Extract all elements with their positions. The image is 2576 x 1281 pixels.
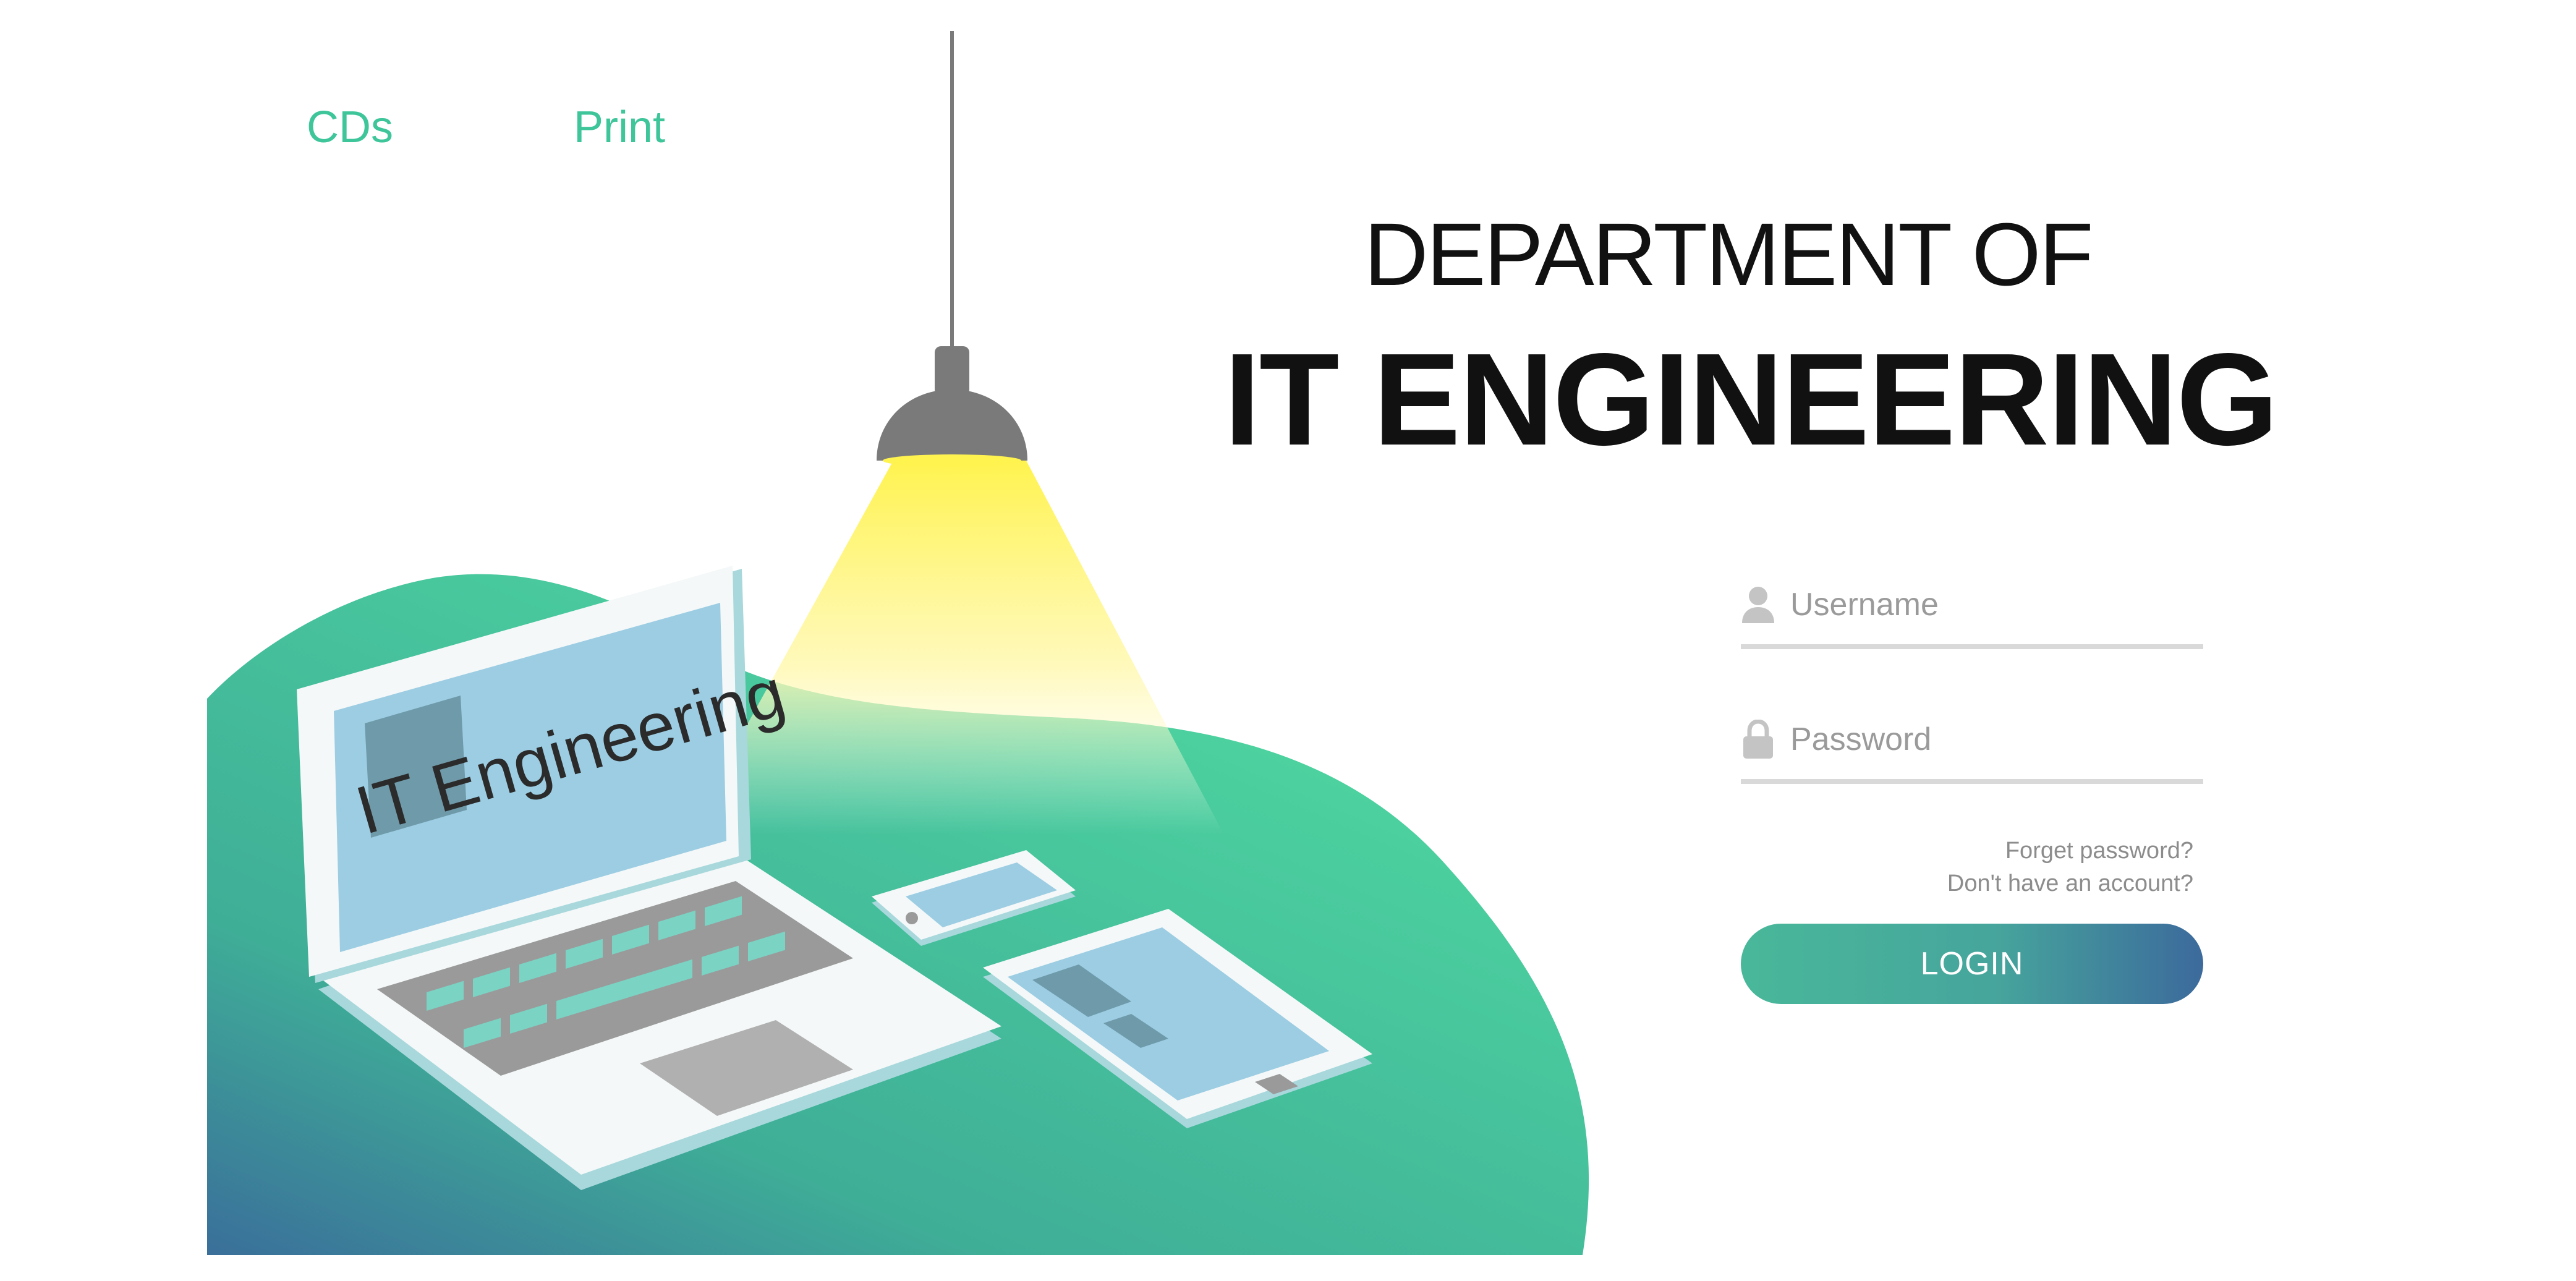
username-field[interactable]	[1741, 580, 2203, 649]
forgot-password-link[interactable]: Forget password?	[1978, 839, 2193, 862]
lamp-icon	[877, 346, 1027, 467]
page: IT Engineering CDs Print DEPARTMENT OF I…	[0, 0, 2576, 1281]
nav-link-cds[interactable]: CDs	[307, 105, 393, 150]
password-field[interactable]	[1741, 715, 2203, 784]
nav-link-print[interactable]: Print	[574, 105, 665, 150]
lamp-light-cone	[686, 461, 1224, 835]
page-title: IT ENGINEERING	[1224, 326, 2279, 472]
page-subtitle: DEPARTMENT OF	[1364, 205, 2093, 304]
signup-link[interactable]: Don't have an account?	[1916, 872, 2193, 895]
login-button[interactable]: LOGIN	[1741, 924, 2203, 1004]
user-icon	[1742, 587, 1774, 623]
username-input[interactable]	[1790, 580, 2198, 629]
password-input[interactable]	[1790, 715, 2198, 764]
lock-icon	[1743, 720, 1773, 759]
hero-illustration: IT Engineering	[207, 31, 1589, 1255]
